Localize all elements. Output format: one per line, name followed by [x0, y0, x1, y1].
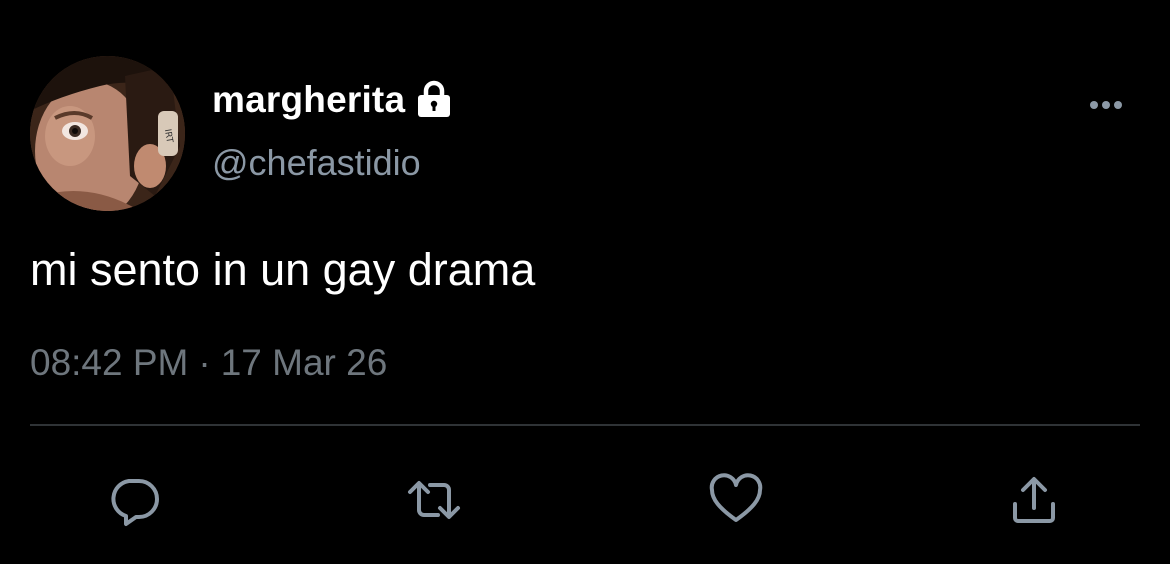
avatar[interactable]: IRT: [30, 56, 185, 211]
meta-separator: ·: [198, 342, 211, 383]
display-name-row: margherita: [212, 78, 453, 122]
user-handle[interactable]: @chefastidio: [212, 142, 421, 184]
like-button[interactable]: [706, 470, 766, 530]
reply-icon: [106, 472, 162, 528]
share-icon: [1006, 472, 1062, 528]
lock-icon: [415, 80, 453, 120]
more-options-icon[interactable]: [1086, 95, 1126, 115]
retweet-button[interactable]: [404, 470, 464, 530]
tweet-text: mi sento in un gay drama: [30, 244, 536, 295]
tweet-timestamp[interactable]: 08:42 PM · 17 Mar 26: [30, 342, 387, 384]
like-icon: [707, 472, 765, 528]
divider: [30, 424, 1140, 426]
share-button[interactable]: [1004, 470, 1064, 530]
retweet-icon: [404, 472, 464, 528]
avatar-image: IRT: [30, 56, 185, 211]
tweet-date: 17 Mar 26: [220, 342, 388, 383]
tweet-time: 08:42 PM: [30, 342, 189, 383]
tweet-card: IRT margherita @chefastidio mi sento in …: [0, 0, 1170, 564]
display-name[interactable]: margherita: [212, 79, 405, 121]
reply-button[interactable]: [104, 470, 164, 530]
